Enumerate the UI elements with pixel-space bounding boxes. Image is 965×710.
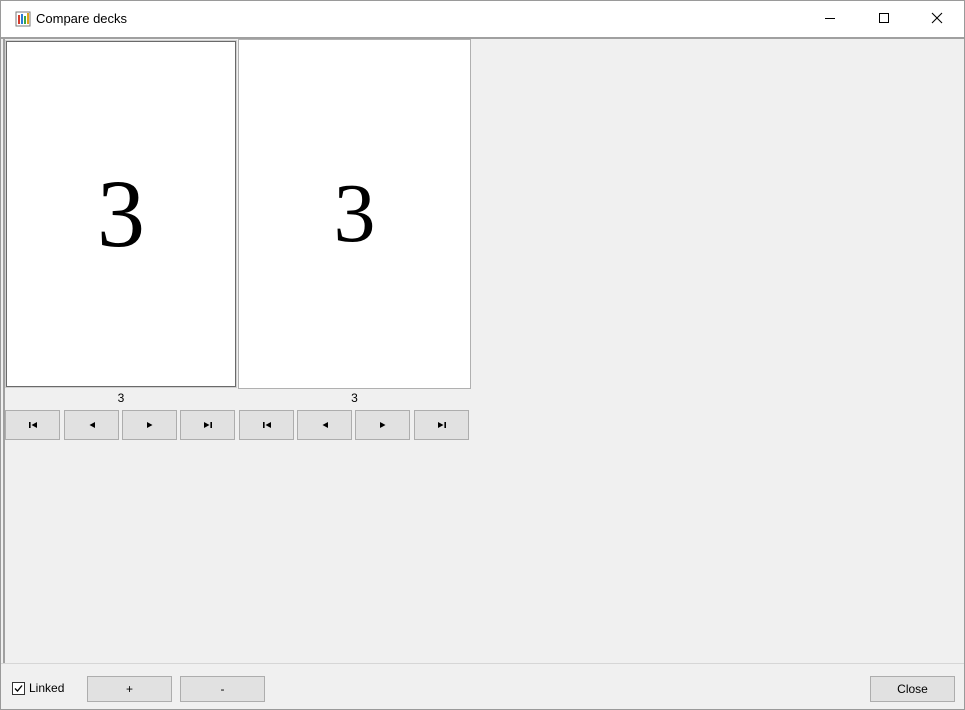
last-icon xyxy=(436,420,448,430)
left-previous-button[interactable] xyxy=(64,410,119,440)
linked-label: Linked xyxy=(29,681,65,695)
right-card-value: 3 xyxy=(333,167,376,260)
linked-checkbox[interactable]: Linked xyxy=(12,681,64,695)
bottom-separator xyxy=(1,663,964,664)
maximize-button[interactable] xyxy=(861,1,907,35)
client-border-left xyxy=(3,39,5,663)
last-icon xyxy=(202,420,214,430)
left-next-button[interactable] xyxy=(122,410,177,440)
checkbox-box[interactable] xyxy=(12,681,25,695)
right-deck-count: 3 xyxy=(351,391,358,405)
remove-button[interactable]: - xyxy=(180,676,265,702)
right-first-button[interactable] xyxy=(239,410,294,440)
maximize-icon xyxy=(878,12,890,24)
previous-icon xyxy=(319,420,331,430)
close-button[interactable]: Close xyxy=(870,676,955,702)
compare-decks-window: Compare decks 3 3 3 3 Linked + - Close xyxy=(0,0,965,710)
right-previous-button[interactable] xyxy=(297,410,352,440)
minimize-button[interactable] xyxy=(807,1,853,35)
left-deck-count: 3 xyxy=(117,391,125,405)
deck-app-icon xyxy=(15,11,31,27)
left-card-value: 3 xyxy=(97,160,145,267)
minimize-icon xyxy=(824,12,836,24)
close-window-button[interactable] xyxy=(914,1,960,35)
next-icon xyxy=(144,420,156,430)
close-icon xyxy=(931,12,943,24)
left-first-button[interactable] xyxy=(5,410,60,440)
next-icon xyxy=(377,420,389,430)
right-next-button[interactable] xyxy=(355,410,410,440)
first-icon xyxy=(261,420,273,430)
left-last-button[interactable] xyxy=(180,410,235,440)
add-button[interactable]: + xyxy=(87,676,172,702)
title-bar[interactable]: Compare decks xyxy=(1,1,964,37)
checkmark-icon xyxy=(14,684,23,692)
client-border-top xyxy=(1,37,964,39)
right-last-button[interactable] xyxy=(414,410,469,440)
right-deck-card[interactable]: 3 xyxy=(238,39,471,389)
window-title: Compare decks xyxy=(36,11,128,26)
previous-icon xyxy=(86,420,98,430)
first-icon xyxy=(27,420,39,430)
left-deck-card[interactable]: 3 xyxy=(6,41,236,387)
